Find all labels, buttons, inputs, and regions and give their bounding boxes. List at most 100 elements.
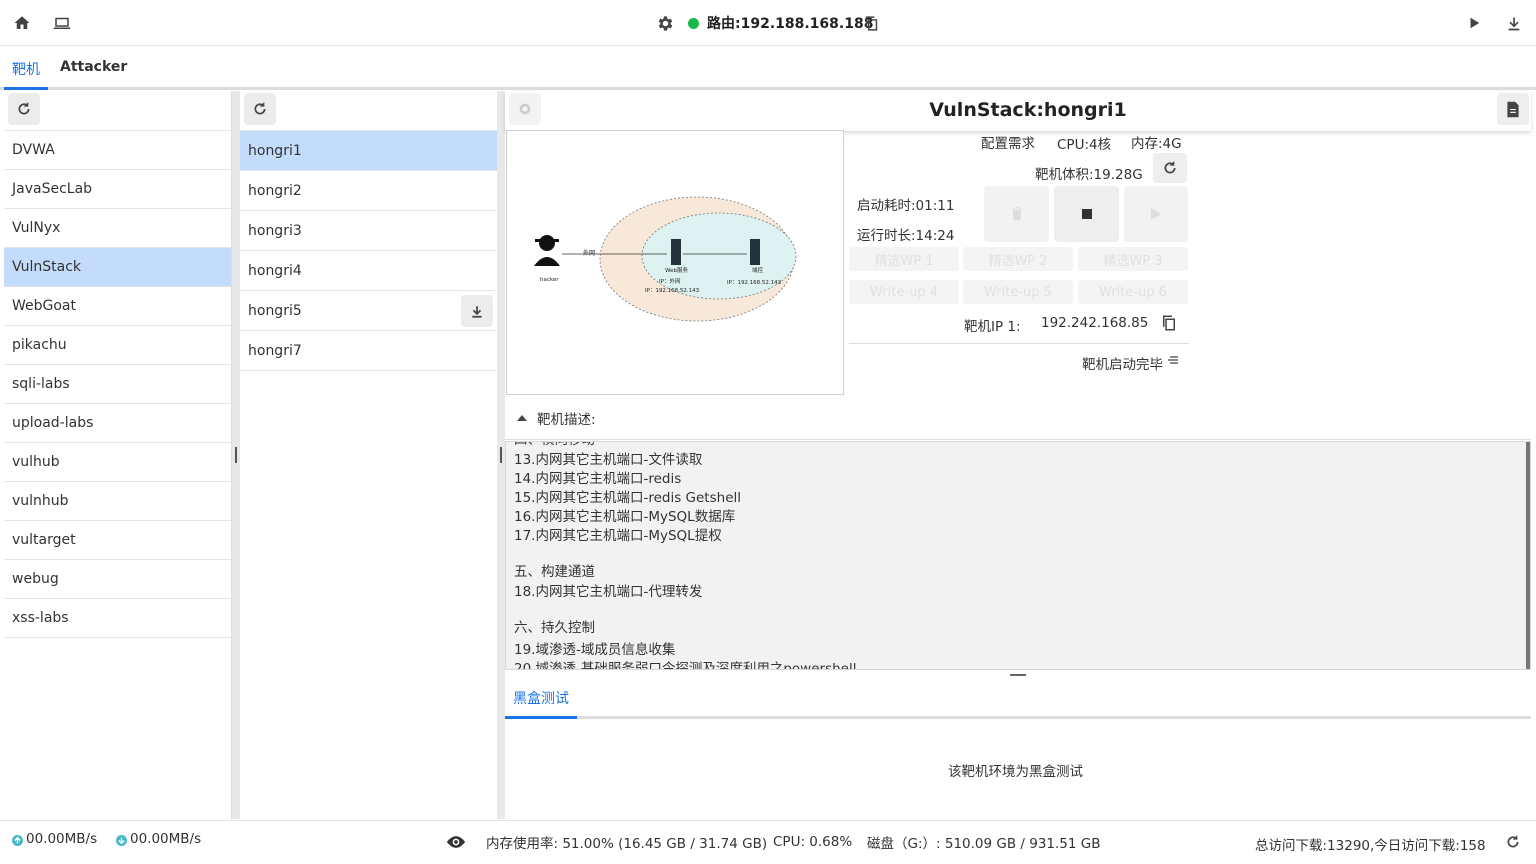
- copy-icon[interactable]: [857, 9, 885, 37]
- wp-button-2[interactable]: 精选WP 2: [963, 247, 1073, 271]
- description-header[interactable]: 靶机描述:: [505, 400, 1531, 440]
- category-item[interactable]: vulnhub: [4, 482, 231, 521]
- document-icon: [1507, 101, 1519, 117]
- splitter-2[interactable]: [497, 91, 505, 819]
- category-item[interactable]: VulnStack: [4, 248, 231, 287]
- status-menu-icon[interactable]: [1167, 355, 1179, 367]
- refresh-status-icon[interactable]: [1505, 834, 1523, 852]
- svg-text:Web服务: Web服务: [665, 266, 688, 274]
- chevron-up-icon: [517, 415, 527, 421]
- main-tabs: 靶机 Attacker: [0, 47, 1536, 91]
- desc-section-5: 五、构建通道: [514, 564, 595, 580]
- download-speed-icon: [116, 835, 127, 846]
- svg-text:IP：192.168.52.143: IP：192.168.52.143: [727, 280, 782, 286]
- info-divider: [849, 343, 1189, 344]
- category-item[interactable]: DVWA: [4, 131, 231, 170]
- desc-section-6: 六、持久控制: [514, 620, 595, 636]
- ip-label: 靶机IP 1:: [964, 319, 1021, 335]
- desc-line: 17.内网其它主机端口-MySQL提权: [514, 528, 722, 544]
- tab-target[interactable]: 靶机: [12, 59, 40, 79]
- target-label: hongri4: [248, 262, 302, 279]
- download-speed: 00.00MB/s: [130, 831, 202, 847]
- category-item[interactable]: WebGoat: [4, 287, 231, 326]
- download-icon: [472, 305, 482, 318]
- memory-usage: 内存使用率: 51.00% (16.45 GB / 31.74 GB): [486, 836, 768, 852]
- target-label: hongri2: [248, 182, 302, 199]
- desc-line: 20.域渗透-基础服务弱口令探测及深度利用之powershell: [514, 661, 857, 670]
- cpu-info: CPU:4核: [1057, 137, 1112, 153]
- size-info: 靶机体积:19.28G: [1035, 167, 1143, 183]
- target-label: hongri3: [248, 222, 302, 239]
- category-item[interactable]: VulNyx: [4, 209, 231, 248]
- wp-button-1[interactable]: 精选WP 1: [849, 247, 959, 271]
- blackbox-message: 该靶机环境为黑盒测试: [948, 764, 1083, 780]
- category-item[interactable]: vulhub: [4, 443, 231, 482]
- ip-value: 192.242.168.85: [1041, 315, 1149, 331]
- play-icon[interactable]: [1460, 9, 1488, 37]
- category-header: [4, 91, 231, 131]
- category-item[interactable]: sqli-labs: [4, 365, 231, 404]
- play-icon: [1151, 208, 1161, 220]
- desc-group-3: 19.域渗透-域成员信息收集 20.域渗透-基础服务弱口令探测及深度利用之powe…: [514, 641, 857, 670]
- target-item[interactable]: hongri2: [240, 171, 497, 211]
- cpu-usage: CPU: 0.68%: [773, 834, 853, 850]
- description-content[interactable]: 四、横向移动 13.内网其它主机端口-文件读取 14.内网其它主机端口-redis…: [505, 441, 1531, 670]
- gear-icon[interactable]: [651, 9, 679, 37]
- stop-button[interactable]: [1054, 186, 1119, 242]
- delete-button[interactable]: [984, 186, 1049, 242]
- refresh-targets-button[interactable]: [244, 93, 276, 125]
- target-item[interactable]: hongri1: [240, 131, 497, 171]
- wp-button-5[interactable]: Write-up 5: [963, 280, 1073, 304]
- tab-attacker[interactable]: Attacker: [60, 59, 127, 75]
- target-item[interactable]: hongri7: [240, 331, 497, 371]
- category-item[interactable]: xss-labs: [4, 599, 231, 638]
- stop-icon: [1081, 209, 1092, 219]
- refresh-icon: [254, 102, 266, 115]
- category-item[interactable]: JavaSecLab: [4, 170, 231, 209]
- tab-blackbox[interactable]: 黑盒测试: [513, 688, 569, 708]
- target-list: hongri1 hongri2 hongri3 hongri4 hongri5 hongr…: [240, 91, 497, 819]
- desc-line: 18.内网其它主机端口-代理转发: [514, 584, 703, 600]
- target-label: hongri5: [248, 302, 302, 319]
- upload-speed: 00.00MB/s: [26, 831, 98, 847]
- svg-text:IP：192.168.52.143: IP：192.168.52.143: [645, 288, 700, 294]
- svg-text:IP：外网: IP：外网: [659, 277, 681, 285]
- refresh-size-button[interactable]: [1153, 153, 1187, 183]
- target-label: hongri7: [248, 342, 302, 359]
- wp-button-6[interactable]: Write-up 6: [1078, 280, 1188, 304]
- bottom-tab-divider: [505, 716, 1531, 719]
- detail-title: VulnStack:hongri1: [929, 99, 1127, 121]
- hacker-icon: [534, 235, 560, 266]
- category-item[interactable]: pikachu: [4, 326, 231, 365]
- start-button[interactable]: [1124, 186, 1188, 242]
- download-target-button[interactable]: [461, 295, 493, 327]
- home-icon[interactable]: [8, 9, 36, 37]
- refresh-categories-button[interactable]: [8, 93, 40, 125]
- document-button[interactable]: [1497, 93, 1529, 125]
- target-item[interactable]: hongri5: [240, 291, 497, 331]
- target-item[interactable]: hongri4: [240, 251, 497, 291]
- tab-indicator: [4, 87, 48, 90]
- category-item[interactable]: webug: [4, 560, 231, 599]
- description-scrollbar[interactable]: [1526, 442, 1530, 669]
- target-label: hongri1: [248, 142, 302, 159]
- wp-button-3[interactable]: 精选WP 3: [1078, 247, 1188, 271]
- run-time: 运行时长:14:24: [857, 228, 955, 244]
- svg-text:hacker: hacker: [540, 277, 559, 283]
- bottom-tab-indicator: [505, 716, 577, 719]
- config-label: 配置需求: [981, 136, 1035, 152]
- category-item[interactable]: upload-labs: [4, 404, 231, 443]
- copy-ip-icon[interactable]: [1160, 313, 1180, 333]
- desc-group-2: 18.内网其它主机端口-代理转发: [514, 583, 702, 602]
- splitter-1[interactable]: [232, 91, 240, 819]
- category-item[interactable]: vultarget: [4, 521, 231, 560]
- desc-line: 16.内网其它主机端口-MySQL数据库: [514, 509, 736, 525]
- desc-clipped-section: 四、横向移动: [514, 442, 595, 450]
- download-icon[interactable]: [1500, 9, 1528, 37]
- eye-icon: [446, 836, 466, 848]
- monitor-icon[interactable]: [48, 9, 76, 37]
- target-item[interactable]: hongri3: [240, 211, 497, 251]
- desc-line: 14.内网其它主机端口-redis: [514, 471, 682, 487]
- resize-handle[interactable]: [1010, 674, 1026, 676]
- wp-button-4[interactable]: Write-up 4: [849, 280, 959, 304]
